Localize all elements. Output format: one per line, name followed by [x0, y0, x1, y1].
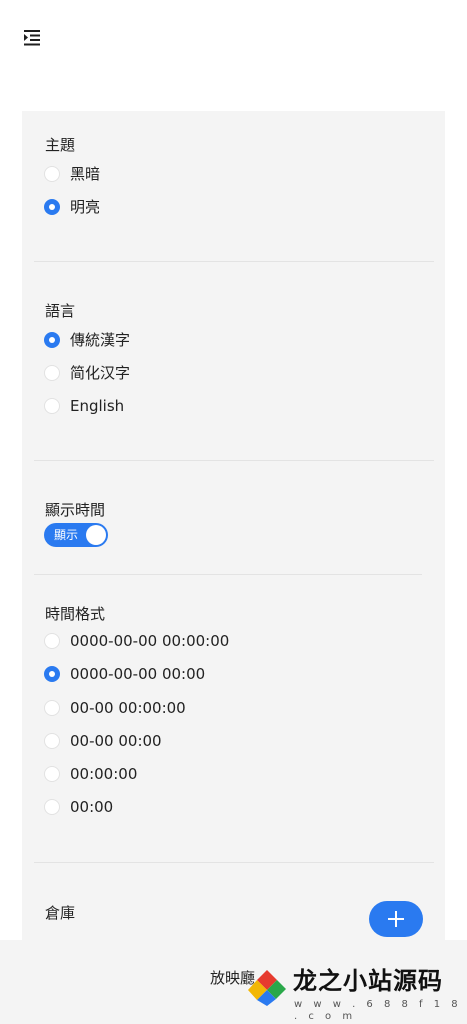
divider [34, 460, 434, 461]
radio-icon[interactable] [44, 633, 60, 649]
divider [34, 261, 434, 262]
time-format-title: 時間格式 [45, 605, 106, 623]
radio-checked-icon[interactable] [44, 199, 60, 215]
toggle-label: 顯示 [54, 528, 79, 542]
time-format-option-label: 00-00 00:00:00 [70, 699, 186, 717]
time-format-option[interactable]: 0000-00-00 00:00 [44, 662, 205, 686]
divider [34, 574, 422, 575]
radio-icon[interactable] [44, 398, 60, 414]
repository-title: 倉庫 [45, 904, 76, 922]
radio-icon[interactable] [44, 733, 60, 749]
time-format-option[interactable]: 00:00:00 [44, 762, 137, 786]
radio-checked-icon[interactable] [44, 666, 60, 682]
language-title: 語言 [45, 302, 76, 320]
radio-checked-icon[interactable] [44, 332, 60, 348]
show-time-toggle[interactable]: 顯示 [44, 523, 108, 547]
toggle-knob [86, 525, 106, 545]
theme-title: 主題 [45, 136, 76, 154]
language-option-simplified[interactable]: 简化汉字 [44, 361, 130, 385]
language-option-english[interactable]: English [44, 394, 124, 418]
theme-option-label: 黑暗 [70, 165, 101, 183]
theme-option-dark[interactable]: 黑暗 [44, 162, 100, 186]
language-option-traditional[interactable]: 傳統漢字 [44, 328, 130, 352]
time-format-option-label: 00:00:00 [70, 765, 138, 783]
theme-option-label: 明亮 [70, 198, 101, 216]
language-option-label: English [70, 397, 125, 415]
radio-icon[interactable] [44, 766, 60, 782]
time-format-option[interactable]: 00-00 00:00:00 [44, 696, 186, 720]
theme-option-light[interactable]: 明亮 [44, 195, 100, 219]
watermark-title: 龙之小站源码 [293, 967, 443, 995]
time-format-option[interactable]: 00-00 00:00 [44, 729, 162, 753]
watermark-url: w w w . 6 8 8 f 1 8 . c o m [294, 999, 462, 1022]
divider [34, 862, 434, 863]
add-repository-button[interactable] [369, 901, 423, 937]
language-option-label: 简化汉字 [70, 364, 131, 382]
radio-icon[interactable] [44, 365, 60, 381]
time-format-option[interactable]: 00:00 [44, 795, 113, 819]
plus-icon [388, 911, 404, 927]
time-format-option[interactable]: 0000-00-00 00:00:00 [44, 629, 229, 653]
indent-menu-icon [24, 30, 40, 46]
time-format-option-label: 00-00 00:00 [70, 732, 162, 750]
time-format-option-label: 0000-00-00 00:00:00 [70, 632, 230, 650]
menu-button[interactable] [20, 26, 44, 50]
watermark-logo-icon [248, 970, 286, 1006]
radio-icon[interactable] [44, 700, 60, 716]
time-format-option-label: 00:00 [70, 798, 114, 816]
language-option-label: 傳統漢字 [70, 331, 131, 349]
radio-icon[interactable] [44, 799, 60, 815]
settings-panel: 主題 黑暗 明亮 語言 傳統漢字 简化汉字 English 顯示時間 顯示 時間… [22, 111, 445, 951]
radio-icon[interactable] [44, 166, 60, 182]
time-format-option-label: 0000-00-00 00:00 [70, 665, 206, 683]
show-time-title: 顯示時間 [45, 501, 106, 519]
